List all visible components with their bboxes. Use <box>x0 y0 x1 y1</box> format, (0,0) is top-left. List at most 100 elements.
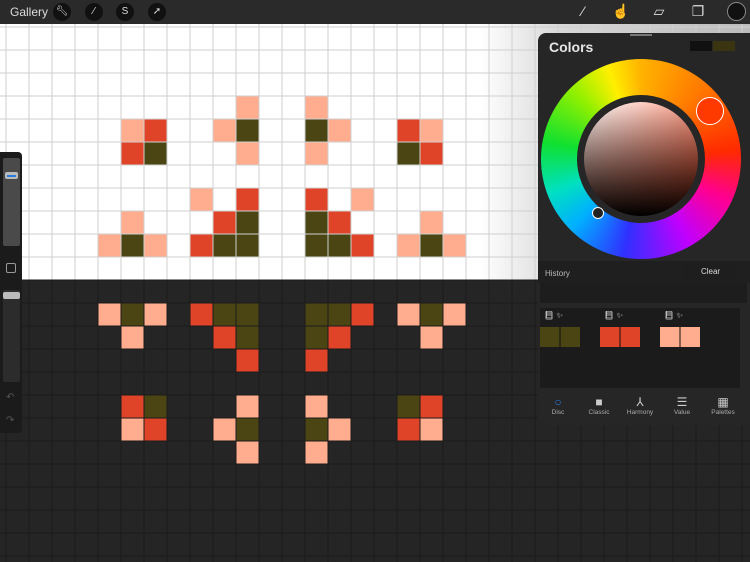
pixel-cell[interactable] <box>397 119 420 142</box>
palette-swatch-olive[interactable] <box>540 327 580 347</box>
tab-harmony[interactable]: ⅄ Harmony <box>620 395 660 416</box>
pixel-cell[interactable] <box>328 418 351 441</box>
hue-wheel[interactable] <box>541 59 741 259</box>
pixel-cell[interactable] <box>305 234 328 257</box>
tab-classic[interactable]: ■ Classic <box>579 395 619 416</box>
pixel-cell[interactable] <box>236 441 259 464</box>
previous-color-swatch[interactable] <box>713 41 735 51</box>
pixel-cell[interactable] <box>397 142 420 165</box>
history-strip[interactable] <box>540 283 747 303</box>
gallery-button[interactable]: Gallery <box>10 5 48 19</box>
pixel-cell[interactable] <box>121 326 144 349</box>
pixel-cell[interactable] <box>144 303 167 326</box>
brush-size-slider[interactable] <box>3 158 20 246</box>
pixel-cell[interactable] <box>328 119 351 142</box>
pixel-cell[interactable] <box>144 395 167 418</box>
pixel-cell[interactable] <box>420 303 443 326</box>
pixel-cell[interactable] <box>121 234 144 257</box>
clear-history-button[interactable]: Clear <box>683 264 738 280</box>
pixel-cell[interactable] <box>351 234 374 257</box>
pixel-cell[interactable] <box>121 119 144 142</box>
pixel-cell[interactable] <box>305 349 328 372</box>
magic-wand-icon[interactable]: ⁄ <box>85 3 103 21</box>
pixel-cell[interactable] <box>98 303 121 326</box>
pixel-cell[interactable] <box>305 303 328 326</box>
pixel-cell[interactable] <box>236 119 259 142</box>
current-color-swatch[interactable] <box>690 41 712 51</box>
palette-swatch-peach[interactable] <box>660 327 700 347</box>
pixel-cell[interactable] <box>213 326 236 349</box>
tab-disc[interactable]: ○ Disc <box>538 395 578 416</box>
pixel-cell[interactable] <box>236 395 259 418</box>
pixel-cell[interactable] <box>121 418 144 441</box>
pixel-cell[interactable] <box>305 211 328 234</box>
pixel-cell[interactable] <box>305 142 328 165</box>
pixel-cell[interactable] <box>236 349 259 372</box>
pixel-cell[interactable] <box>443 234 466 257</box>
pixel-cell[interactable] <box>144 418 167 441</box>
saturation-brightness-disc[interactable] <box>584 102 698 216</box>
selection-icon[interactable]: S <box>116 3 134 21</box>
pixel-cell[interactable] <box>420 395 443 418</box>
tab-value[interactable]: ☰ Value <box>662 395 702 416</box>
pixel-cell[interactable] <box>213 418 236 441</box>
pixel-cell[interactable] <box>121 303 144 326</box>
pixel-cell[interactable] <box>443 303 466 326</box>
pixel-cell[interactable] <box>328 326 351 349</box>
opacity-handle[interactable] <box>3 292 20 299</box>
pixel-cell[interactable] <box>236 188 259 211</box>
pixel-cell[interactable] <box>305 441 328 464</box>
pixel-cell[interactable] <box>397 303 420 326</box>
brush-size-handle[interactable] <box>5 172 18 179</box>
pixel-cell[interactable] <box>351 303 374 326</box>
undo-icon[interactable]: ↶ <box>6 392 14 403</box>
pixel-cell[interactable] <box>420 326 443 349</box>
pixel-cell[interactable] <box>305 188 328 211</box>
pixel-cell[interactable] <box>305 119 328 142</box>
pixel-cell[interactable] <box>305 418 328 441</box>
pixel-cell[interactable] <box>328 211 351 234</box>
hue-marker[interactable] <box>696 97 724 125</box>
pixel-cell[interactable] <box>236 96 259 119</box>
pixel-cell[interactable] <box>397 395 420 418</box>
palette-grid[interactable]: 📘︎ ✨︎ 📘︎ ✨︎ 📘︎ ✨︎ <box>540 308 740 388</box>
pixel-cell[interactable] <box>190 188 213 211</box>
pixel-cell[interactable] <box>305 395 328 418</box>
pixel-cell[interactable] <box>144 234 167 257</box>
redo-icon[interactable]: ↷ <box>6 415 14 426</box>
pixel-cell[interactable] <box>236 142 259 165</box>
pixel-cell[interactable] <box>328 234 351 257</box>
pixel-cell[interactable] <box>305 326 328 349</box>
pixel-cell[interactable] <box>121 395 144 418</box>
eraser-icon[interactable]: ▱ <box>649 3 669 20</box>
panel-grabber[interactable] <box>630 34 652 36</box>
pixel-cell[interactable] <box>236 326 259 349</box>
pixel-cell[interactable] <box>420 119 443 142</box>
pixel-cell[interactable] <box>236 303 259 326</box>
pixel-cell[interactable] <box>213 119 236 142</box>
disc-color-marker[interactable] <box>592 207 604 219</box>
pixel-cell[interactable] <box>420 211 443 234</box>
pixel-cell[interactable] <box>236 211 259 234</box>
pixel-cell[interactable] <box>98 234 121 257</box>
pixel-cell[interactable] <box>305 96 328 119</box>
pixel-cell[interactable] <box>328 303 351 326</box>
smudge-icon[interactable]: ☝ <box>611 3 631 20</box>
pixel-cell[interactable] <box>236 234 259 257</box>
move-arrow-icon[interactable]: ➚ <box>148 3 166 21</box>
pixel-cell[interactable] <box>213 211 236 234</box>
pixel-cell[interactable] <box>397 234 420 257</box>
palette-swatch-red[interactable] <box>600 327 640 347</box>
modify-button[interactable] <box>6 263 16 273</box>
pixel-cell[interactable] <box>236 418 259 441</box>
wrench-icon[interactable]: 🔧︎ <box>53 3 71 21</box>
pixel-cell[interactable] <box>213 234 236 257</box>
tab-palettes[interactable]: ▦ Palettes <box>703 395 743 416</box>
brush-icon[interactable]: ⁄ <box>573 3 593 19</box>
pixel-cell[interactable] <box>213 303 236 326</box>
current-color-button[interactable] <box>727 2 746 21</box>
pixel-cell[interactable] <box>351 188 374 211</box>
pixel-cell[interactable] <box>121 142 144 165</box>
layers-icon[interactable]: ❐ <box>688 3 708 20</box>
pixel-cell[interactable] <box>144 119 167 142</box>
